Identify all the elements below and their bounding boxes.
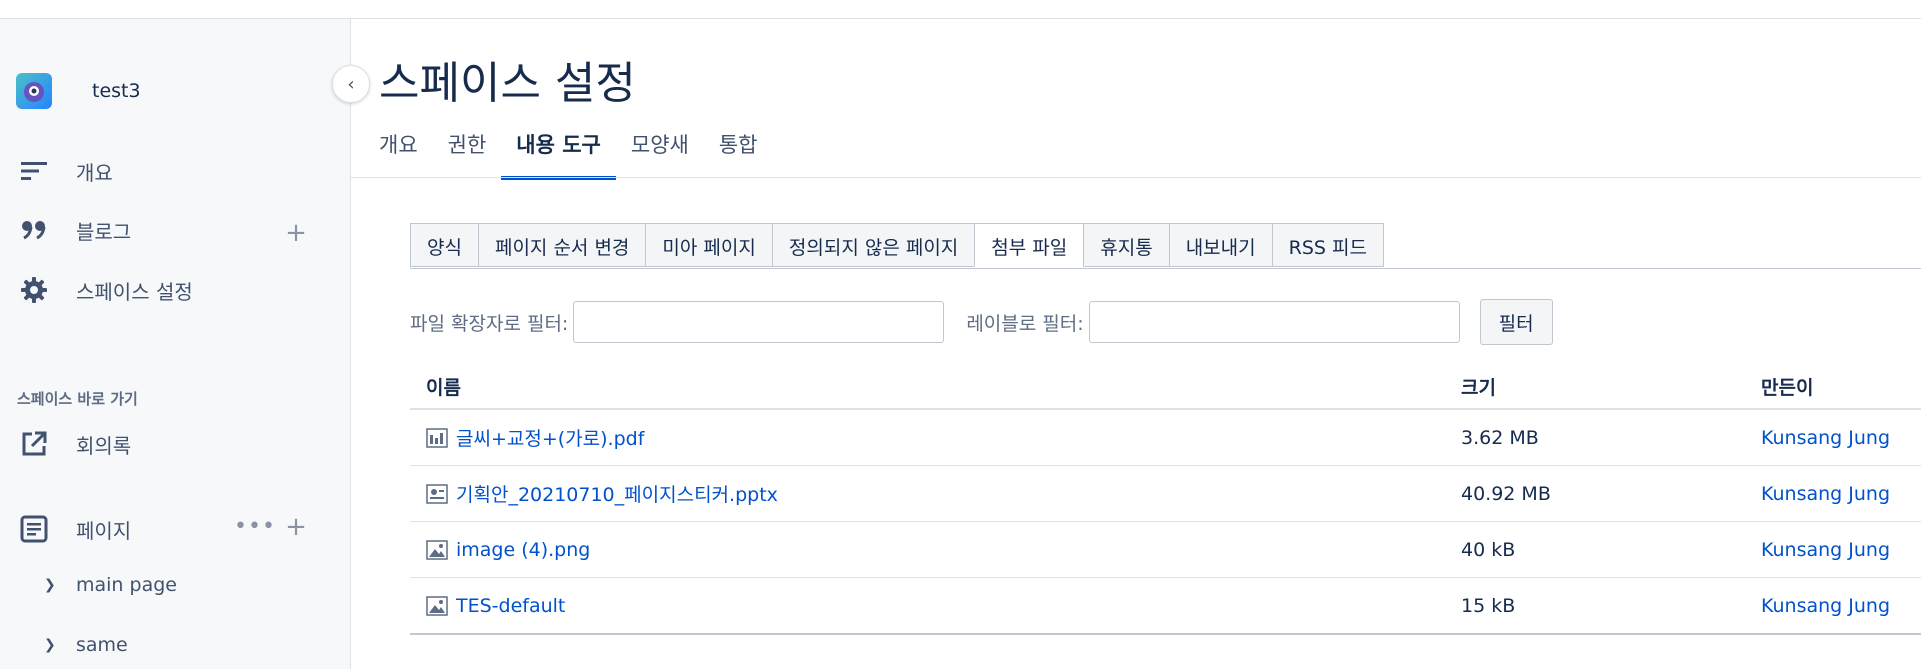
sidebar-item-label: 블로그 [76, 219, 132, 244]
file-size: 15 kB [1445, 577, 1745, 635]
sidebar: test3 개요 블로그 + 스페이스 설정 스페이스 바로 가기 회의록 페이… [0, 19, 351, 669]
settings-tabs: 개요 권한 내용 도구 모양새 통합 [379, 129, 773, 180]
file-link[interactable]: 기획안_20210710_페이지스티커.pptx [456, 480, 778, 507]
space-name: test3 [92, 80, 141, 102]
gear-icon [18, 274, 50, 306]
tab-look-and-feel[interactable]: 모양새 [616, 129, 704, 179]
tree-item-label: same [76, 634, 128, 656]
creator-link[interactable]: Kunsang Jung [1761, 595, 1890, 617]
more-icon[interactable]: ••• [234, 514, 276, 539]
chevron-right-icon[interactable]: ❯ [44, 637, 64, 653]
chevron-right-icon[interactable]: ❯ [44, 577, 64, 593]
extension-filter-input[interactable] [573, 301, 945, 343]
shortcuts-title: 스페이스 바로 가기 [17, 390, 138, 408]
creator-link[interactable]: Kunsang Jung [1761, 483, 1890, 505]
external-link-icon [18, 428, 50, 460]
subtab-undefined-pages[interactable]: 정의되지 않은 페이지 [771, 223, 976, 267]
column-header-name: 이름 [410, 364, 1445, 410]
table-row: TES-default 15 kB Kunsang Jung [410, 577, 1921, 635]
subtab-reorder-pages[interactable]: 페이지 순서 변경 [477, 223, 647, 267]
table-header-row: 이름 크기 만든이 [410, 364, 1921, 410]
image-file-icon [426, 539, 448, 561]
overview-icon [18, 155, 50, 187]
space-header[interactable]: test3 [16, 73, 141, 109]
sidebar-item-overview[interactable]: 개요 [18, 155, 113, 187]
file-size: 40 kB [1445, 521, 1745, 578]
file-size: 40.92 MB [1445, 465, 1745, 522]
tabs-divider [351, 177, 1921, 178]
main-content: 스페이스 설정 개요 권한 내용 도구 모양새 통합 양식 페이지 순서 변경 … [351, 19, 1921, 669]
sidebar-item-label: 스페이스 설정 [76, 279, 193, 304]
add-blog-icon[interactable]: + [284, 220, 308, 246]
subtab-trash[interactable]: 휴지통 [1083, 223, 1170, 267]
image-file-icon [426, 595, 448, 617]
file-link[interactable]: image (4).png [456, 539, 590, 561]
sidebar-item-label: 회의록 [76, 433, 132, 458]
sidebar-item-blog[interactable]: 블로그 [18, 214, 131, 246]
tab-overview[interactable]: 개요 [379, 129, 433, 179]
tab-content-tools[interactable]: 내용 도구 [501, 129, 616, 180]
page-icon [18, 513, 50, 545]
table-row: image (4).png 40 kB Kunsang Jung [410, 521, 1921, 578]
tab-permissions[interactable]: 권한 [433, 129, 502, 179]
table-row: 글씨+교정+(가로).pdf 3.62 MB Kunsang Jung [410, 409, 1921, 466]
space-avatar-icon [16, 73, 52, 109]
column-header-creator: 만든이 [1745, 364, 1921, 410]
file-link[interactable]: TES-default [456, 595, 565, 617]
quote-icon [18, 214, 50, 246]
subtab-rss-feeds[interactable]: RSS 피드 [1271, 223, 1384, 267]
sidebar-item-label: 개요 [76, 160, 113, 185]
attachments-table: 이름 크기 만든이 글씨+교정+(가로).pdf 3.62 MB Kunsang… [410, 364, 1921, 635]
top-bar [0, 0, 1921, 19]
subtabs-divider [410, 268, 1921, 269]
file-link[interactable]: 글씨+교정+(가로).pdf [456, 424, 644, 451]
filter-button[interactable]: 필터 [1479, 299, 1553, 345]
add-page-icon[interactable]: + [284, 514, 308, 540]
sidebar-item-label: 페이지 [76, 518, 132, 543]
subtab-orphaned-pages[interactable]: 미아 페이지 [645, 223, 773, 267]
subtab-templates[interactable]: 양식 [410, 223, 479, 267]
sidebar-item-space-settings[interactable]: 스페이스 설정 [18, 274, 193, 306]
filter-row: 파일 확장자로 필터: 레이블로 필터: 필터 [410, 299, 1553, 345]
sidebar-item-meeting-notes[interactable]: 회의록 [18, 428, 131, 460]
sidebar-item-pages[interactable]: 페이지 [18, 513, 131, 545]
subtab-attachments[interactable]: 첨부 파일 [974, 223, 1085, 267]
file-size: 3.62 MB [1445, 409, 1745, 466]
tree-item-same[interactable]: ❯ same [44, 634, 128, 656]
table-row: 기획안_20210710_페이지스티커.pptx 40.92 MB Kunsan… [410, 465, 1921, 522]
page-title: 스페이스 설정 [379, 58, 636, 109]
label-filter-label: 레이블로 필터: [966, 312, 1084, 335]
presentation-file-icon [426, 483, 448, 505]
tree-item-label: main page [76, 574, 177, 596]
column-header-size: 크기 [1445, 364, 1745, 410]
tree-item-main-page[interactable]: ❯ main page [44, 574, 177, 596]
content-tools-tabs: 양식 페이지 순서 변경 미아 페이지 정의되지 않은 페이지 첨부 파일 휴지… [410, 223, 1384, 267]
subtab-export[interactable]: 내보내기 [1168, 223, 1273, 267]
extension-filter-label: 파일 확장자로 필터: [410, 312, 569, 335]
tab-integrations[interactable]: 통합 [704, 129, 773, 179]
creator-link[interactable]: Kunsang Jung [1761, 427, 1890, 449]
creator-link[interactable]: Kunsang Jung [1761, 539, 1890, 561]
label-filter-input[interactable] [1088, 301, 1460, 343]
pdf-file-icon [426, 427, 448, 449]
